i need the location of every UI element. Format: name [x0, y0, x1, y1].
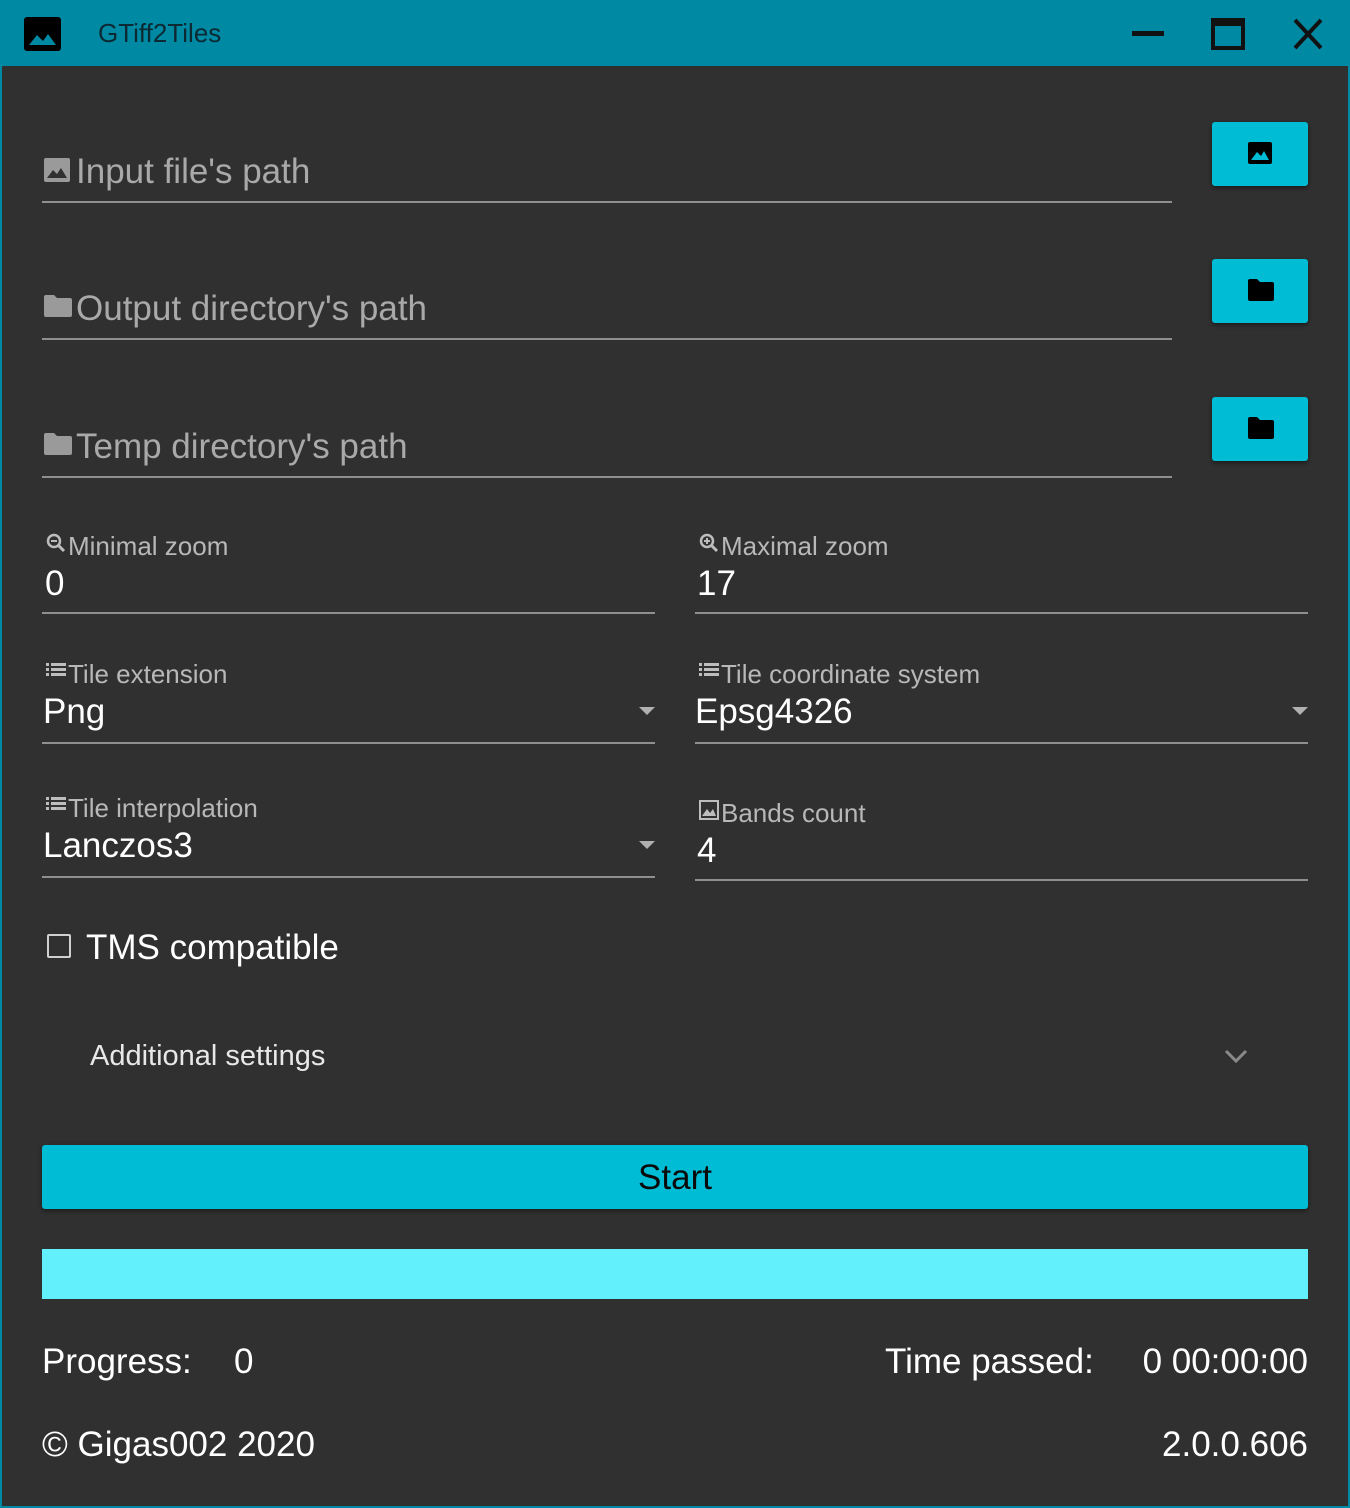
list-icon: [699, 663, 719, 676]
list-icon: [46, 797, 66, 810]
title-bar[interactable]: GTiff2Tiles: [0, 0, 1350, 66]
tms-compatible-label[interactable]: TMS compatible: [86, 928, 339, 968]
maximize-button[interactable]: [1206, 14, 1250, 54]
bands-count-input[interactable]: 4: [697, 831, 716, 871]
output-directory-underline: [42, 338, 1172, 340]
image-icon: [44, 158, 70, 182]
browse-input-file-button[interactable]: [1212, 122, 1308, 186]
min-zoom-underline: [42, 612, 655, 614]
version-text: 2.0.0.606: [1162, 1425, 1308, 1464]
folder-icon: [1248, 279, 1274, 301]
time-passed-value: 0 00:00:00: [1142, 1342, 1308, 1381]
close-icon: [1293, 18, 1323, 50]
temp-directory-placeholder: Temp directory's path: [76, 427, 408, 466]
close-button[interactable]: [1286, 14, 1330, 54]
folder-icon: [1248, 417, 1274, 439]
bands-count-underline: [695, 879, 1308, 881]
min-zoom-input[interactable]: 0: [45, 564, 64, 604]
start-button[interactable]: Start: [42, 1145, 1308, 1209]
folder-icon: [44, 295, 72, 317]
browse-output-directory-button[interactable]: [1212, 259, 1308, 323]
progress-bar: [42, 1249, 1308, 1299]
additional-settings-label: Additional settings: [90, 1040, 326, 1072]
folder-icon: [44, 433, 72, 455]
maximize-icon: [1211, 18, 1245, 50]
tile-crs-value: Epsg4326: [695, 692, 853, 731]
copyright-text: © Gigas002 2020: [42, 1425, 315, 1464]
zoom-in-icon: [699, 533, 719, 553]
zoom-out-icon: [46, 533, 66, 553]
tile-interpolation-underline: [42, 876, 655, 878]
max-zoom-input[interactable]: 17: [697, 564, 736, 604]
progress-value: 0: [234, 1342, 254, 1381]
temp-directory-underline: [42, 476, 1172, 478]
list-icon: [46, 663, 66, 676]
chevron-down-icon: [1224, 1049, 1248, 1064]
input-file-placeholder: Input file's path: [76, 152, 311, 191]
input-file-underline: [42, 201, 1172, 203]
image-filter-icon: [699, 800, 719, 820]
tile-extension-underline: [42, 742, 655, 744]
minimize-icon: [1132, 31, 1164, 36]
output-directory-placeholder: Output directory's path: [76, 289, 428, 328]
progress-label: Progress:: [42, 1342, 192, 1381]
image-icon: [24, 17, 61, 51]
dropdown-arrow-icon: [639, 841, 655, 849]
max-zoom-underline: [695, 612, 1308, 614]
tile-extension-value: Png: [43, 692, 106, 731]
browse-temp-directory-button[interactable]: [1212, 397, 1308, 461]
image-icon: [1248, 142, 1272, 164]
window-title: GTiff2Tiles: [98, 18, 222, 48]
tile-interpolation-value: Lanczos3: [43, 826, 193, 865]
time-passed-label: Time passed:: [885, 1342, 1094, 1381]
start-button-label: Start: [638, 1158, 712, 1197]
tile-crs-underline: [695, 742, 1308, 744]
dropdown-arrow-icon: [639, 707, 655, 715]
minimize-button[interactable]: [1126, 14, 1170, 54]
dropdown-arrow-icon: [1292, 707, 1308, 715]
tms-compatible-checkbox[interactable]: [47, 934, 71, 958]
